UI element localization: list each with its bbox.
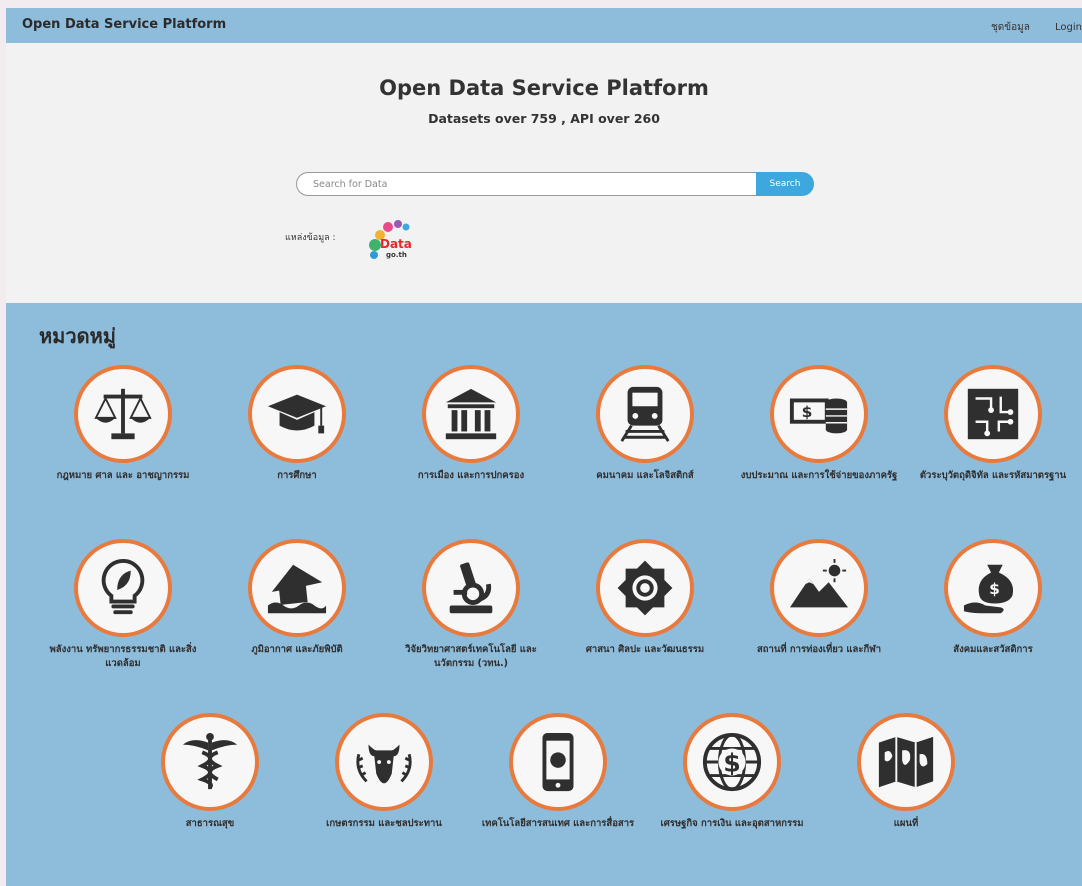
category-label: สังคมและสวัสดิการ xyxy=(953,644,1033,655)
hero-section: Open Data Service Platform Datasets over… xyxy=(6,43,1082,303)
svg-text:$: $ xyxy=(802,403,813,421)
category-label: กฎหมาย ศาล และ อาชญากรรม xyxy=(56,470,190,481)
flood-house-icon xyxy=(267,564,327,614)
category-label: การเมือง และการปกครอง xyxy=(417,470,525,481)
map-icon xyxy=(878,736,934,788)
category-label: พลังงาน ทรัพยากรธรรมชาติ และสิ่งแวดล้อม xyxy=(49,644,197,669)
government-building-icon xyxy=(445,388,497,440)
category-label: ภูมิอากาศ และภัยพิบัติ xyxy=(251,644,343,655)
category-label: วิจัยวิทยาศาสตร์เทคโนโลยี และนวัตกรรม (ว… xyxy=(405,644,537,669)
svg-text:Data: Data xyxy=(380,237,412,251)
caduceus-icon xyxy=(182,732,238,790)
circuit-icon xyxy=(967,388,1019,440)
category-label: เกษตรกรรม และชลประทาน xyxy=(326,818,442,829)
eco-bulb-icon xyxy=(101,558,145,615)
nav-link-datasets[interactable]: ชุดข้อมูล xyxy=(991,22,1030,33)
data-go-th-logo[interactable]: Data go.th xyxy=(366,215,416,263)
scales-icon xyxy=(94,388,152,440)
category-label: แผนที่ xyxy=(893,818,919,829)
category-label: เทคโนโลยีสารสนเทศ และการสื่อสาร xyxy=(481,818,635,829)
category-label: สถานที่ การท่องเที่ยว และกีฬา xyxy=(756,644,882,655)
category-label: เศรษฐกิจ การเงิน และอุตสาหกรรม xyxy=(660,818,804,829)
search-bar: Search xyxy=(296,172,814,196)
categories-heading: หมวดหมู่ xyxy=(39,324,116,348)
train-icon xyxy=(620,386,670,442)
category-label: การศึกษา xyxy=(277,470,317,481)
search-button[interactable]: Search xyxy=(756,172,814,196)
mountains-icon xyxy=(789,558,849,608)
money-coins-icon: $ xyxy=(789,398,848,434)
search-input[interactable] xyxy=(296,172,758,196)
top-navbar: Open Data Service Platform ชุดข้อมูล Log… xyxy=(6,8,1082,43)
money-bag-hand-icon: $ xyxy=(963,564,1014,614)
smartphone-globe-icon xyxy=(542,732,574,792)
category-label: งบประมาณ และการใช้จ่ายของภาครัฐ xyxy=(740,470,898,481)
ornament-icon xyxy=(617,560,673,616)
category-label: ศาสนา ศิลปะ และวัฒนธรรม xyxy=(585,644,705,655)
nav-links: ชุดข้อมูล Login xyxy=(969,20,1082,35)
category-label: คมนาคม และโลจิสติกส์ xyxy=(596,470,694,481)
svg-text:go.th: go.th xyxy=(386,251,407,259)
brand-title[interactable]: Open Data Service Platform xyxy=(22,17,226,32)
page-title: Open Data Service Platform xyxy=(379,76,709,100)
svg-text:$: $ xyxy=(723,749,741,778)
category-label: สาธารณสุข xyxy=(185,818,235,829)
microscope-icon xyxy=(449,562,493,614)
cow-wreath-icon xyxy=(356,744,412,784)
category-label: ตัวระบุวัตถุดิจิทัล และรหัสมาตรฐาน xyxy=(919,470,1067,481)
dataset-count-subtitle: Datasets over 759 , API over 260 xyxy=(428,111,660,126)
svg-text:$: $ xyxy=(989,580,1000,598)
graduation-cap-icon xyxy=(267,394,327,434)
categories-section: หมวดหมู่ กฎหมาย ศาล และ อาชญากรรม การศึก… xyxy=(6,303,1082,886)
source-label: แหล่งข้อมูล : xyxy=(285,233,336,243)
nav-link-login[interactable]: Login xyxy=(1055,22,1082,33)
globe-dollar-icon: $ xyxy=(702,732,762,792)
